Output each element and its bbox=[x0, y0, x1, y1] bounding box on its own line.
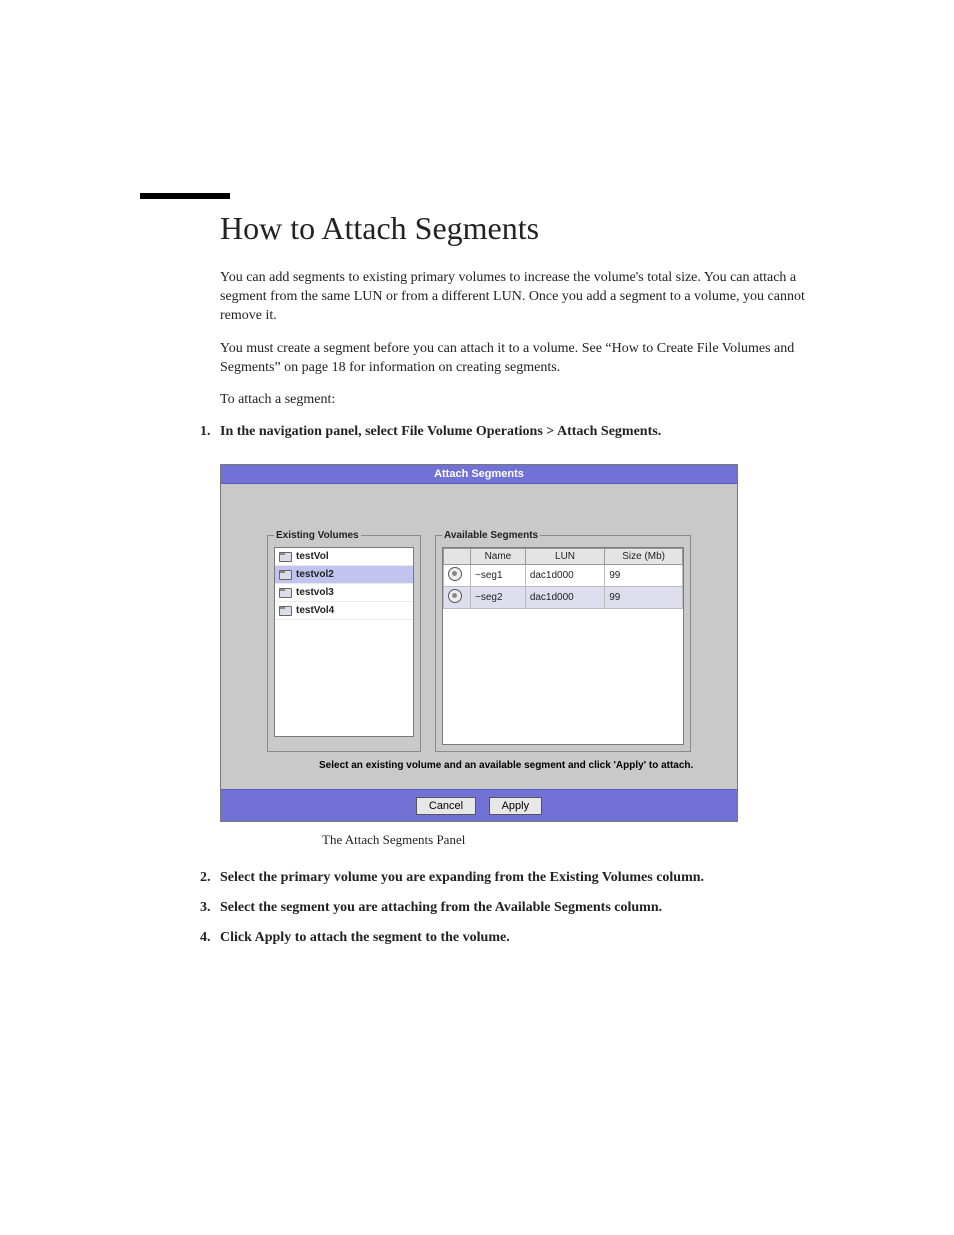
available-segments-group: Available Segments Name LUN Size (Mb) bbox=[435, 530, 691, 752]
panel-hint: Select an existing volume and an availab… bbox=[319, 760, 719, 771]
list-item-label: testvol3 bbox=[296, 587, 334, 598]
cell-name: ~seg1 bbox=[471, 565, 526, 587]
list-item[interactable]: testvol3 bbox=[275, 584, 413, 602]
attach-segments-panel: Attach Segments Existing Volumes testVol… bbox=[220, 464, 738, 822]
available-segments-table: Name LUN Size (Mb) ~seg1dac1d00099~seg2d… bbox=[443, 548, 683, 609]
disk-icon bbox=[279, 588, 292, 598]
body-paragraph-3: To attach a segment: bbox=[220, 391, 824, 410]
disk-icon bbox=[279, 570, 292, 580]
disk-icon bbox=[279, 552, 292, 562]
existing-volumes-group: Existing Volumes testVol testvol2 testvol3… bbox=[267, 530, 421, 752]
step-4: Click Apply to attach the segment to the… bbox=[200, 930, 824, 946]
list-item[interactable]: testVol bbox=[275, 548, 413, 566]
table-row[interactable]: ~seg1dac1d00099 bbox=[444, 565, 683, 587]
step-2: Select the primary volume you are expand… bbox=[200, 870, 824, 886]
page-title: How to Attach Segments bbox=[220, 210, 824, 247]
disk-icon bbox=[279, 606, 292, 616]
segment-icon bbox=[448, 567, 462, 581]
existing-volumes-legend: Existing Volumes bbox=[274, 530, 361, 541]
list-item-label: testVol bbox=[296, 551, 329, 562]
available-segments-legend: Available Segments bbox=[442, 530, 540, 541]
cell-size: 99 bbox=[605, 587, 683, 609]
step-3: Select the segment you are attaching fro… bbox=[200, 900, 824, 916]
existing-volumes-list[interactable]: testVol testvol2 testvol3 testVol4 bbox=[274, 547, 414, 737]
list-item[interactable]: testvol2 bbox=[275, 566, 413, 584]
segment-icon bbox=[448, 589, 462, 603]
col-lun[interactable]: LUN bbox=[525, 549, 604, 565]
cell-lun: dac1d000 bbox=[525, 587, 604, 609]
list-item-label: testVol4 bbox=[296, 605, 334, 616]
cancel-button[interactable]: Cancel bbox=[416, 797, 476, 815]
cell-name: ~seg2 bbox=[471, 587, 526, 609]
col-size[interactable]: Size (Mb) bbox=[605, 549, 683, 565]
table-row[interactable]: ~seg2dac1d00099 bbox=[444, 587, 683, 609]
step-1: In the navigation panel, select File Vol… bbox=[200, 424, 824, 440]
col-icon bbox=[444, 549, 471, 565]
list-item-label: testvol2 bbox=[296, 569, 334, 580]
body-paragraph-1: You can add segments to existing primary… bbox=[220, 269, 824, 326]
panel-body: Existing Volumes testVol testvol2 testvol3… bbox=[221, 484, 737, 789]
panel-footer: Cancel Apply bbox=[221, 789, 737, 821]
body-paragraph-2: You must create a segment before you can… bbox=[220, 340, 824, 378]
cell-size: 99 bbox=[605, 565, 683, 587]
panel-title: Attach Segments bbox=[221, 465, 737, 484]
figure-caption: The Attach Segments Panel bbox=[322, 832, 824, 848]
apply-button[interactable]: Apply bbox=[489, 797, 543, 815]
cell-lun: dac1d000 bbox=[525, 565, 604, 587]
available-segments-table-wrap[interactable]: Name LUN Size (Mb) ~seg1dac1d00099~seg2d… bbox=[442, 547, 684, 745]
section-rule bbox=[140, 193, 230, 199]
col-name[interactable]: Name bbox=[471, 549, 526, 565]
list-item[interactable]: testVol4 bbox=[275, 602, 413, 620]
